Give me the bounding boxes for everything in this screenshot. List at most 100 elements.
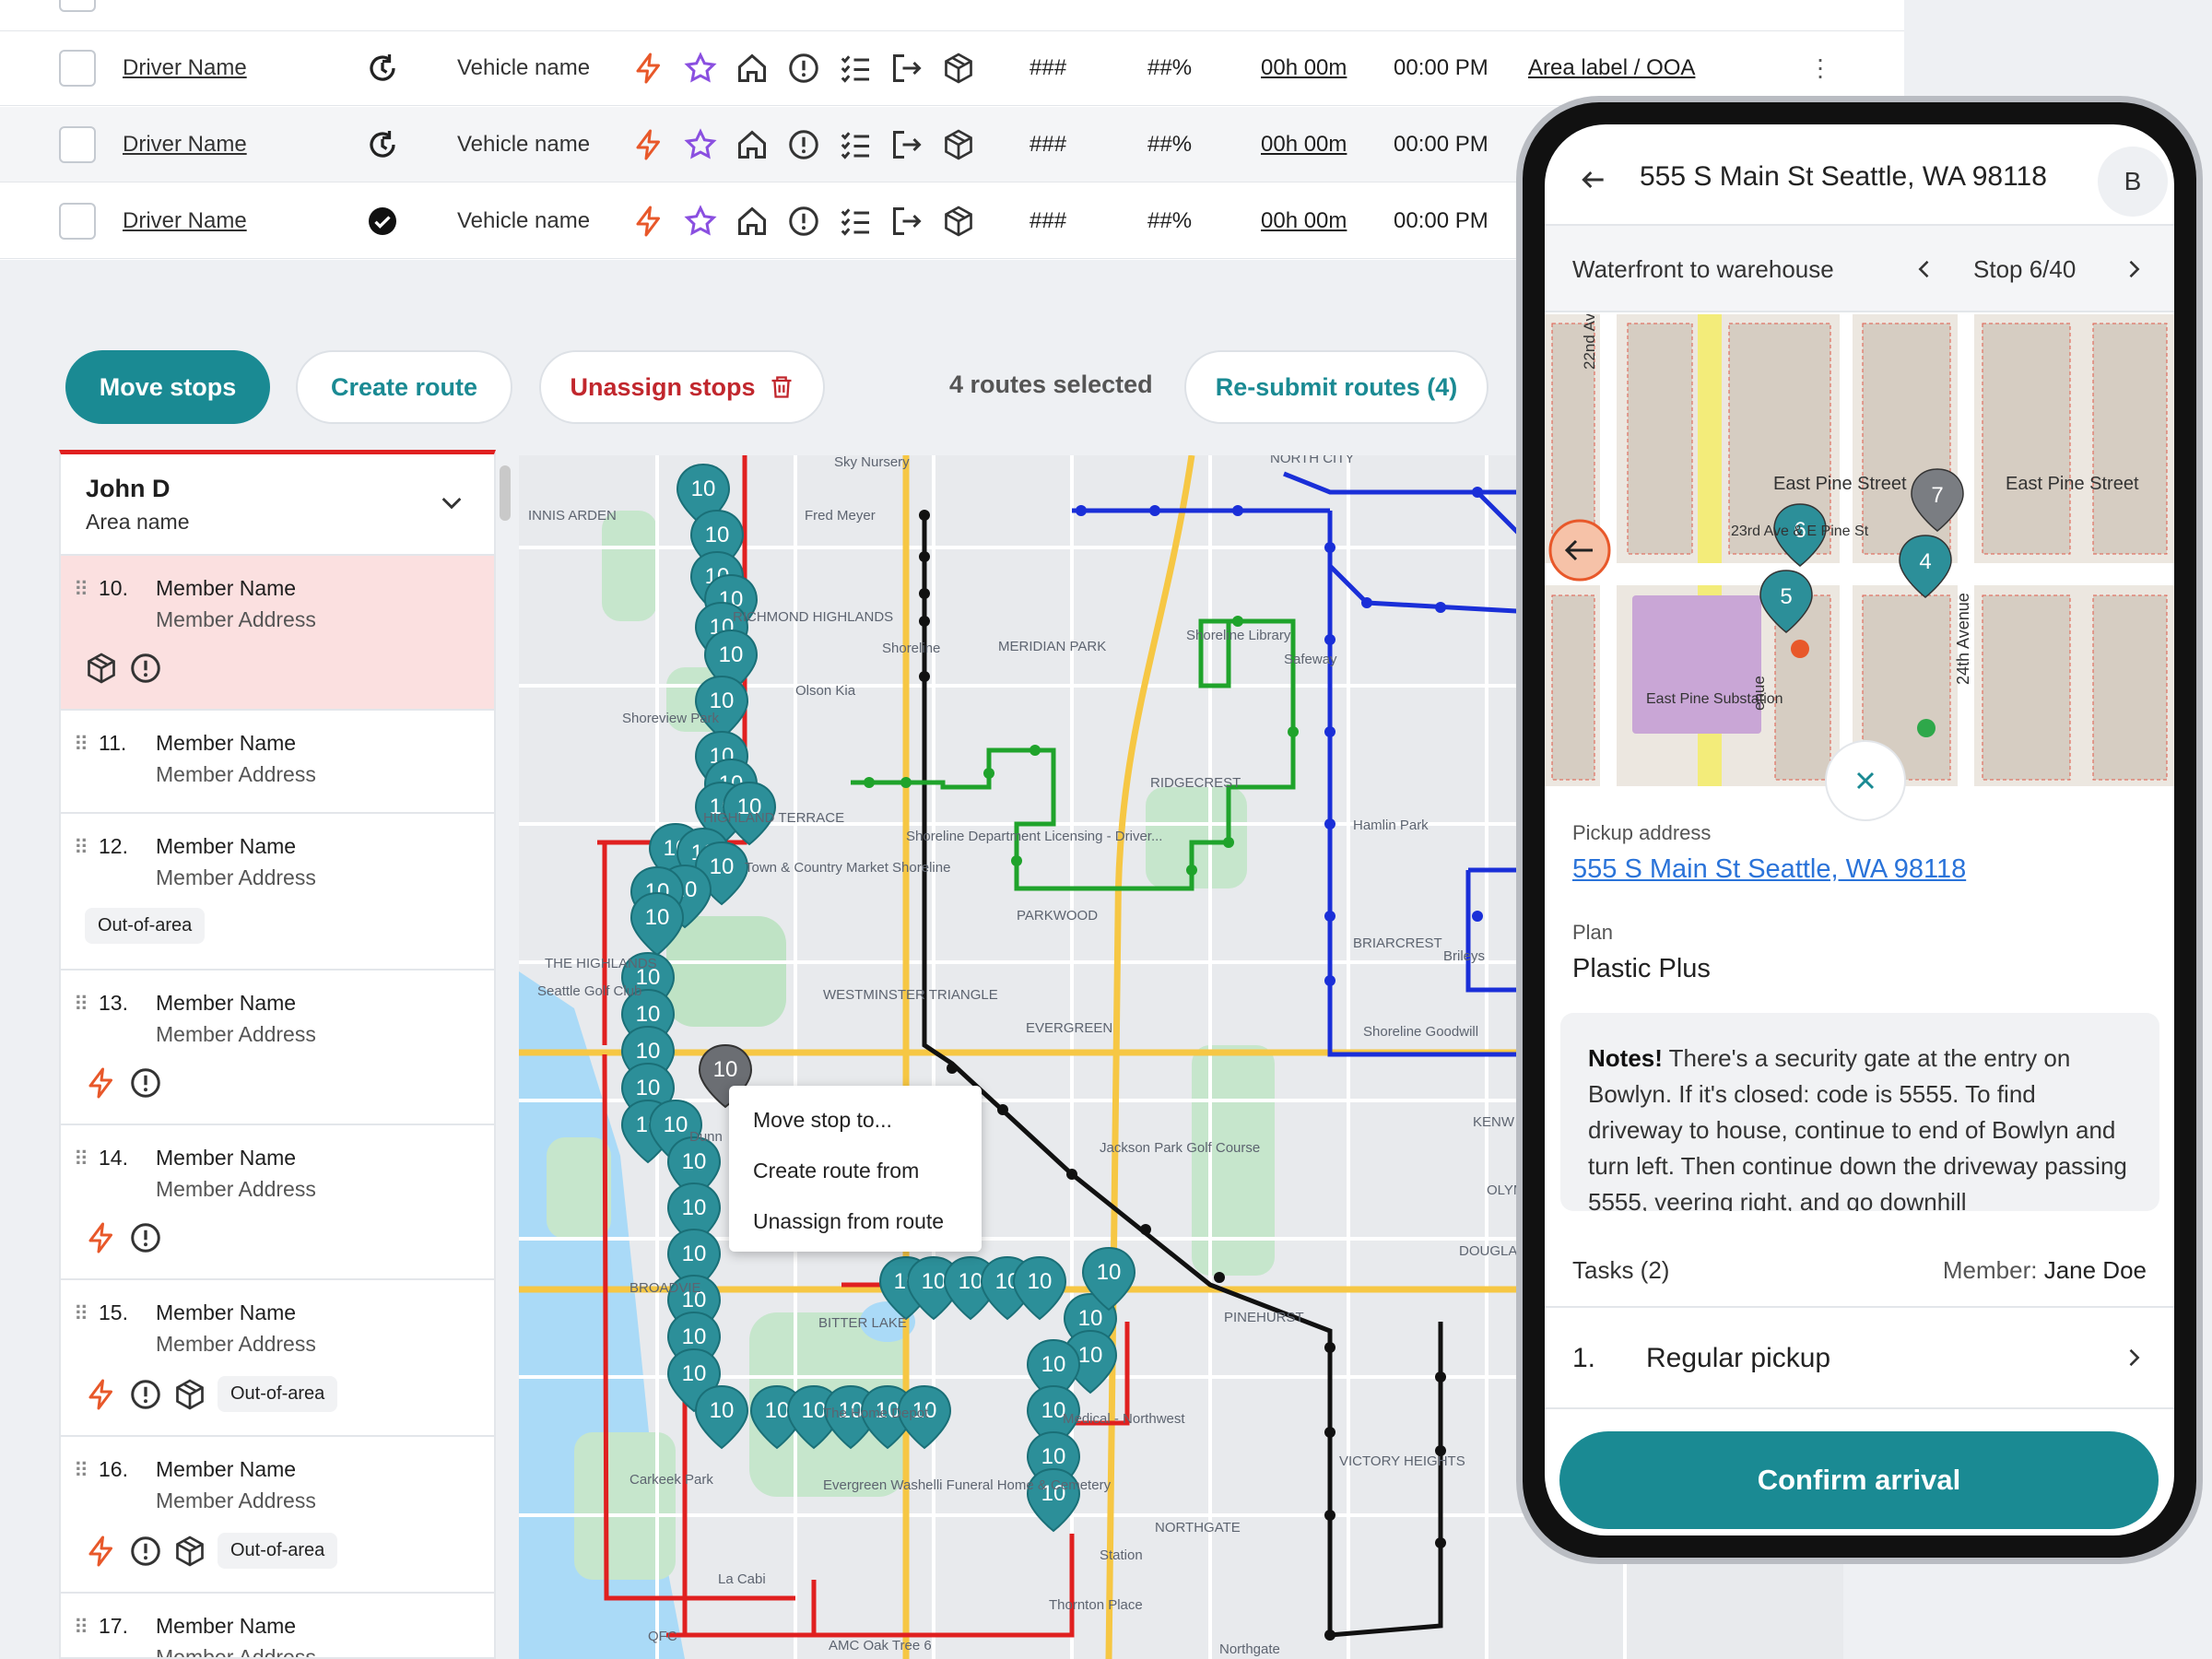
task-name: Regular pickup [1646,1343,1831,1373]
stop-item[interactable]: ⠿ 13. Member Name Member Address [61,971,494,1125]
plan-label: Plan [1572,921,1614,944]
driver-name-link[interactable]: Driver Name [123,55,247,81]
star-icon [684,204,717,236]
alert-icon [131,1223,160,1253]
mobile-street-label: East Pine Street [1773,474,1907,494]
map-place-label: Northgate [1219,1641,1280,1657]
resubmit-routes-button[interactable]: Re-submit routes (4) [1184,350,1488,424]
unassign-from-route-menu-item[interactable]: Unassign from route [729,1196,982,1247]
stop-item[interactable]: ⠿ 15. Member Name Member Address Out-of-… [61,1280,494,1437]
alert-icon [131,1535,160,1566]
stop-item[interactable]: ⠿ 10. Member Name Member Address [61,556,494,711]
alert-icon [789,206,818,236]
map-stop-pin[interactable]: 10 [1012,1255,1067,1321]
drag-handle-icon[interactable]: ⠿ [74,733,88,757]
more-menu-icon[interactable]: ⋮ [1808,53,1832,82]
drag-handle-icon[interactable]: ⠿ [74,1616,88,1640]
map-place-label: Carkeek Park [629,1472,713,1488]
move-stop-to-menu-item[interactable]: Move stop to... [729,1095,982,1146]
confirm-label: Confirm arrival [1757,1464,1961,1496]
map-stop-pin[interactable]: 10 [694,1384,749,1450]
map-place-label: BROADVIE [629,1280,701,1296]
duration-link[interactable]: 00h 00m [1261,55,1347,81]
map-place-label: Shoreline Department Licensing - Driver.… [906,829,1162,844]
chevron-left-icon[interactable] [1912,256,1937,282]
duration-link[interactable]: 00h 00m [1261,208,1347,234]
map-pin-label: 10 [636,1039,661,1064]
resubmit-label: Re-submit routes (4) [1215,372,1458,401]
map-place-label: EVERGREEN [1026,1020,1112,1036]
pickup-label: Pickup address [1572,821,1712,844]
map-pin-label: 10 [682,1361,707,1386]
stop-number: 16. [99,1457,128,1481]
move-stops-button[interactable]: Move stops [65,350,270,424]
avatar[interactable]: B [2098,147,2168,217]
alert-icon [131,1068,160,1098]
route-header[interactable]: John D Area name [61,454,494,556]
stop-item[interactable]: ⠿ 12. Member Name Member Address Out-of-… [61,814,494,971]
member-address: Member Address [156,607,316,631]
stop-item[interactable]: ⠿ 11. Member Name Member Address [61,711,494,814]
stop-item[interactable]: ⠿ 17. Member Name Member Address [61,1594,494,1659]
driver-name-link[interactable]: Driver Name [123,132,247,158]
row-checkbox[interactable] [59,0,96,12]
route-driver-name: John D [86,475,171,502]
duration-link[interactable]: 00h 00m [1261,132,1347,158]
star-icon [684,51,717,83]
drag-handle-icon[interactable]: ⠿ [74,1459,88,1483]
map-place-label: AMC Oak Tree 6 [829,1638,932,1653]
map-pin-label: 10 [1041,1352,1066,1377]
stop-item[interactable]: ⠿ 14. Member Name Member Address [61,1125,494,1280]
stop-tags [85,652,162,685]
refresh-clock-icon [370,130,395,158]
stop-item[interactable]: ⠿ 16. Member Name Member Address Out-of-… [61,1437,494,1594]
area-label-link[interactable]: Area label / OOA [1528,55,1695,81]
member-name: Member Name [156,731,297,755]
row-icons [632,204,975,238]
completion-pct: ##% [1147,207,1193,233]
mobile-map[interactable]: 7645 22nd Ave East Pine Street East Pine S… [1545,314,2174,786]
table-row[interactable]: Driver Name Vehicle name ### ##% 00h 00m… [0,30,1904,106]
map-place-label: WESTMINSTER TRIANGLE [823,987,998,1003]
close-panel-button[interactable] [1825,740,1906,821]
map-place-label: BRIARCREST [1353,935,1442,951]
row-checkbox[interactable] [59,202,96,240]
row-checkbox[interactable] [59,49,96,87]
mobile-street-label: East Pine Street [2006,474,2139,494]
unassign-stops-button[interactable]: Unassign stops [539,350,825,424]
mobile-screen: 555 S Main St Seattle, WA 98118 B Waterf… [1545,124,2174,1535]
map-place-label: Fred Meyer [805,508,876,524]
map-pin-label: 10 [682,1195,707,1220]
chevron-down-icon[interactable] [437,488,466,517]
map-place-label: The Home Depot [823,1406,929,1421]
pickup-address-link[interactable]: 555 S Main St Seattle, WA 98118 [1572,854,1966,885]
routes-selected-count: 4 routes selected [949,371,1153,398]
map-place-label: BITTER LAKE [818,1315,907,1331]
alert-icon [789,129,818,159]
map-place-label: QFC [648,1629,677,1644]
panel-scrollbar[interactable] [500,465,511,521]
member-name: Member Name [156,991,297,1015]
drag-handle-icon[interactable]: ⠿ [74,836,88,860]
confirm-arrival-button[interactable]: Confirm arrival [1559,1431,2159,1529]
task-item[interactable]: 1. Regular pickup [1545,1308,2174,1409]
back-arrow-icon[interactable] [1579,165,1608,194]
drag-handle-icon[interactable]: ⠿ [74,1147,88,1171]
row-checkbox[interactable] [59,125,96,163]
out-of-area-badge: Out-of-area [218,1533,338,1569]
table-row[interactable] [0,0,1904,31]
create-route-from-menu-item[interactable]: Create route from [729,1146,982,1196]
map-place-label: Thornton Place [1049,1597,1143,1613]
drag-handle-icon[interactable]: ⠿ [74,578,88,602]
stop-count: ### [1030,207,1067,233]
map-place-label: Olson Kia [795,683,856,699]
out-of-area-badge: Out-of-area [85,908,206,944]
create-route-button[interactable]: Create route [296,350,512,424]
member-name: Jane Doe [2043,1256,2147,1284]
chevron-right-icon[interactable] [2121,256,2147,282]
drag-handle-icon[interactable]: ⠿ [74,1302,88,1326]
member-address: Member Address [156,1645,316,1659]
driver-name-link[interactable]: Driver Name [123,208,247,234]
drag-handle-icon[interactable]: ⠿ [74,993,88,1017]
map-pin-label: 10 [682,1324,707,1349]
